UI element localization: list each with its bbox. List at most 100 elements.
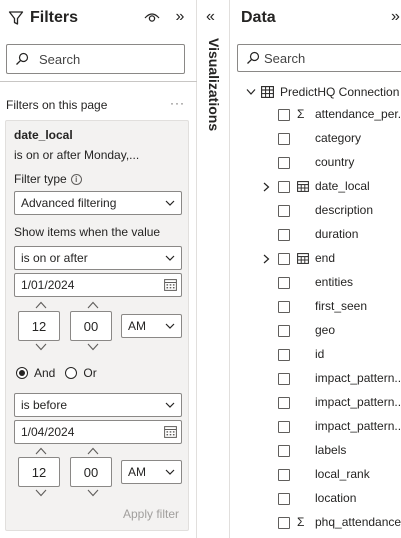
chevron-down-icon[interactable] xyxy=(246,88,256,96)
filter-field-name[interactable]: date_local xyxy=(14,128,73,142)
condition1-operator-select[interactable]: is on or after xyxy=(14,246,182,270)
chevron-right-icon[interactable] xyxy=(262,254,270,264)
field-label: local_rank xyxy=(315,467,370,481)
field-label: first_seen xyxy=(315,299,368,313)
or-label[interactable]: Or xyxy=(83,366,96,380)
field-checkbox[interactable] xyxy=(278,181,290,193)
and-label[interactable]: And xyxy=(34,366,55,380)
visualizations-collapsed-pane: « Visualizations xyxy=(197,0,230,538)
filter-summary: is on or after Monday,... xyxy=(14,148,140,162)
field-row[interactable]: Σphq_attendance xyxy=(231,512,401,534)
field-row[interactable]: impact_pattern... xyxy=(231,416,401,438)
table-icon xyxy=(261,86,274,98)
field-row[interactable]: category xyxy=(231,128,401,150)
hour-down-arrow-icon[interactable] xyxy=(35,343,47,351)
hour-down-arrow-icon[interactable] xyxy=(35,489,47,497)
condition2-date-input[interactable]: 1/04/2024 xyxy=(14,420,182,444)
condition1-ampm: AM xyxy=(128,319,146,333)
info-icon[interactable]: i xyxy=(70,173,82,185)
data-search-input[interactable]: Search xyxy=(237,44,401,72)
field-checkbox[interactable] xyxy=(278,493,290,505)
field-checkbox[interactable] xyxy=(278,397,290,409)
minute-down-arrow-icon[interactable] xyxy=(87,343,99,351)
collapse-data-icon[interactable]: » xyxy=(391,8,400,26)
field-checkbox[interactable] xyxy=(278,421,290,433)
field-label: phq_attendance xyxy=(315,515,401,529)
field-checkbox[interactable] xyxy=(278,301,290,313)
data-pane: Data » Search PredictHQ Connection Σatte… xyxy=(231,0,401,538)
field-row[interactable]: end xyxy=(231,248,401,270)
chevron-right-icon[interactable] xyxy=(262,182,270,192)
field-row[interactable]: id xyxy=(231,344,401,366)
field-checkbox[interactable] xyxy=(278,325,290,337)
field-checkbox[interactable] xyxy=(278,349,290,361)
visualizations-label[interactable]: Visualizations xyxy=(206,38,222,131)
field-row[interactable]: impact_pattern... xyxy=(231,368,401,390)
field-row[interactable]: description xyxy=(231,200,401,222)
field-row[interactable]: labels xyxy=(231,440,401,462)
search-icon xyxy=(16,52,29,65)
table-node-predicthq[interactable]: PredictHQ Connection xyxy=(231,81,401,103)
apply-filter-button[interactable]: Apply filter xyxy=(123,507,179,521)
condition2-operator-select[interactable]: is before xyxy=(14,393,182,417)
filter-type-select[interactable]: Advanced filtering xyxy=(14,191,182,215)
condition1-date-input[interactable]: 1/01/2024 xyxy=(14,273,182,297)
field-row[interactable]: date_local xyxy=(231,176,401,198)
field-checkbox[interactable] xyxy=(278,445,290,457)
and-radio[interactable] xyxy=(16,367,28,379)
field-row[interactable]: entities xyxy=(231,272,401,294)
condition1-hour-input[interactable]: 12 xyxy=(18,311,60,341)
filters-search-input[interactable]: Search xyxy=(6,44,185,74)
field-label: date_local xyxy=(315,179,370,193)
expand-visualizations-icon[interactable]: « xyxy=(206,8,215,26)
field-row[interactable]: duration xyxy=(231,224,401,246)
field-row[interactable]: Σattendance_per... xyxy=(231,104,401,126)
field-checkbox[interactable] xyxy=(278,229,290,241)
field-label: end xyxy=(315,251,336,265)
field-checkbox[interactable] xyxy=(278,205,290,217)
hour-up-arrow-icon[interactable] xyxy=(35,447,47,455)
field-checkbox[interactable] xyxy=(278,157,290,169)
condition2-minute-input[interactable]: 00 xyxy=(70,457,112,487)
field-checkbox[interactable] xyxy=(278,517,290,529)
condition1-ampm-select[interactable]: AM xyxy=(121,314,182,338)
field-row[interactable]: local_rank xyxy=(231,464,401,486)
collapse-filters-icon[interactable]: » xyxy=(172,8,188,26)
minute-up-arrow-icon[interactable] xyxy=(87,447,99,455)
field-row[interactable]: impact_pattern... xyxy=(231,392,401,414)
filters-header: Filters xyxy=(8,8,78,28)
field-checkbox[interactable] xyxy=(278,253,290,265)
field-checkbox[interactable] xyxy=(278,277,290,289)
chevron-down-icon xyxy=(165,402,175,408)
chevron-down-icon xyxy=(165,200,175,206)
condition1-date: 1/01/2024 xyxy=(21,278,75,292)
or-radio[interactable] xyxy=(65,367,78,379)
field-checkbox[interactable] xyxy=(278,373,290,385)
field-row[interactable]: first_seen xyxy=(231,296,401,318)
minute-up-arrow-icon[interactable] xyxy=(87,301,99,309)
condition2-ampm: AM xyxy=(128,465,146,479)
calendar-icon[interactable] xyxy=(164,426,177,438)
condition2-ampm-select[interactable]: AM xyxy=(121,460,182,484)
eye-icon[interactable] xyxy=(144,10,160,24)
hour-up-arrow-icon[interactable] xyxy=(35,301,47,309)
condition1-minute-input[interactable]: 00 xyxy=(70,311,112,341)
field-row[interactable]: country xyxy=(231,152,401,174)
field-checkbox[interactable] xyxy=(278,469,290,481)
filter-type-label: Filter type i xyxy=(14,172,82,186)
date-hierarchy-icon xyxy=(297,181,309,192)
field-row[interactable]: location xyxy=(231,488,401,510)
minute-down-arrow-icon[interactable] xyxy=(87,489,99,497)
sigma-icon: Σ xyxy=(297,515,305,529)
field-label: duration xyxy=(315,227,359,241)
calendar-icon[interactable] xyxy=(164,279,177,291)
field-checkbox[interactable] xyxy=(278,109,290,121)
more-options-icon[interactable]: ··· xyxy=(170,96,185,110)
field-label: geo xyxy=(315,323,336,337)
condition2-hour-input[interactable]: 12 xyxy=(18,457,60,487)
field-checkbox[interactable] xyxy=(278,133,290,145)
condition2-date: 1/04/2024 xyxy=(21,425,75,439)
filter-type-text: Filter type xyxy=(14,172,67,186)
field-row[interactable]: geo xyxy=(231,320,401,342)
filter-type-value: Advanced filtering xyxy=(21,196,117,210)
